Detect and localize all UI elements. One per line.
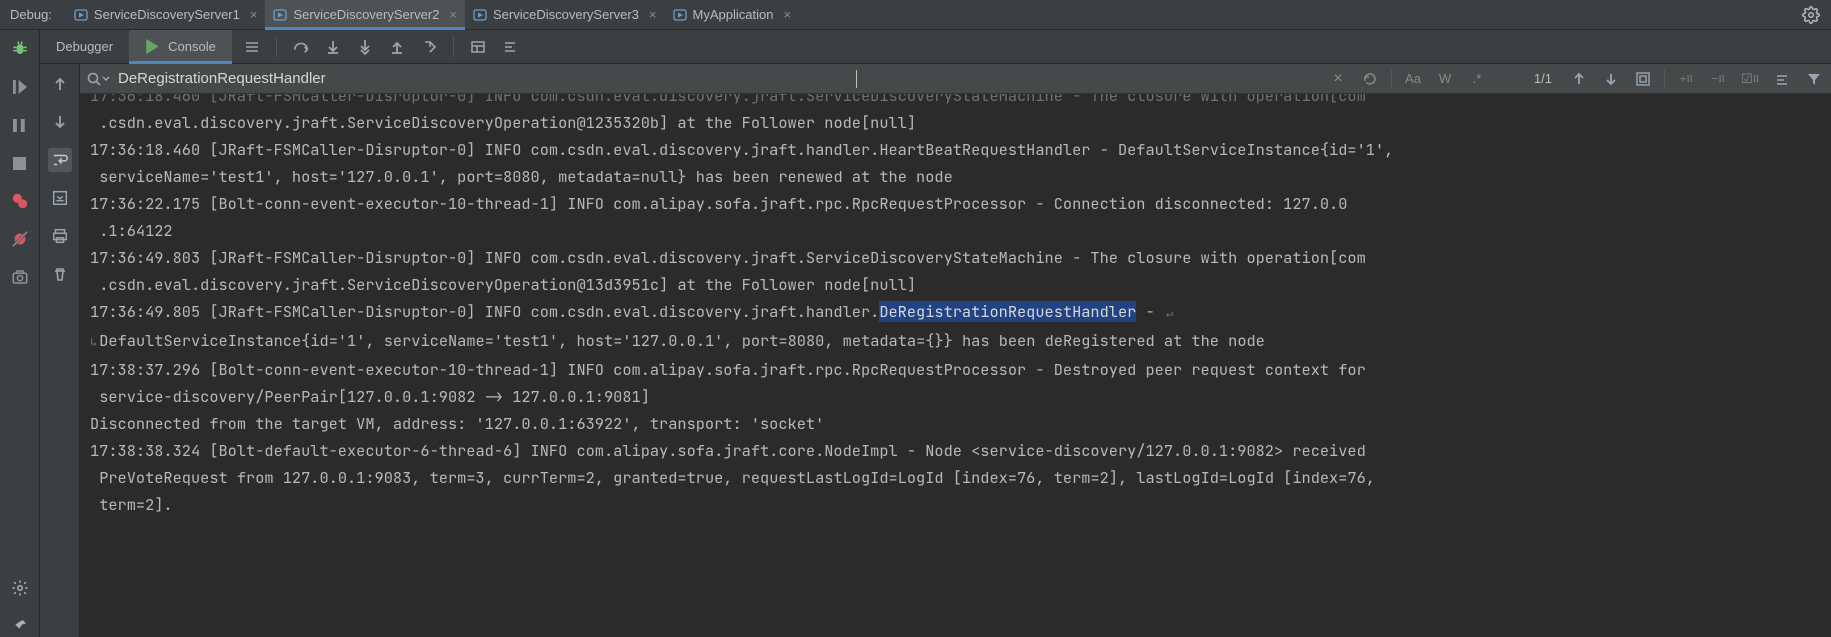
- select-all-occurrences-icon[interactable]: ☑II: [1739, 68, 1761, 90]
- step-into-icon[interactable]: [321, 35, 345, 59]
- debug-panel-tabs: Debugger Console: [40, 30, 1831, 64]
- drop-frame-icon[interactable]: [417, 35, 441, 59]
- regex-toggle[interactable]: .*: [1466, 68, 1488, 90]
- console-line: 17:36:22.175 [Bolt-conn-event-executor-1…: [90, 190, 1821, 217]
- console-line: DefaultServiceInstance{id='1', serviceNa…: [90, 327, 1821, 356]
- run-config-icon: [273, 8, 287, 22]
- clear-search-icon[interactable]: ×: [1327, 68, 1349, 90]
- step-over-icon[interactable]: [289, 35, 313, 59]
- run-config-icon: [473, 8, 487, 22]
- run-config-icon: [673, 8, 687, 22]
- settings-cog-icon[interactable]: [9, 577, 31, 599]
- chevron-down-icon[interactable]: [102, 75, 110, 83]
- soft-wrap-icon[interactable]: [48, 148, 72, 172]
- evaluate-expression-icon[interactable]: [466, 35, 490, 59]
- debugger-tab[interactable]: Debugger: [40, 30, 129, 63]
- print-icon[interactable]: [48, 224, 72, 248]
- run-config-icon: [74, 8, 88, 22]
- export-icon[interactable]: [1771, 68, 1793, 90]
- close-tab-icon[interactable]: ×: [783, 7, 791, 22]
- prev-match-icon[interactable]: [1568, 68, 1590, 90]
- debugger-tab-label: Debugger: [56, 39, 113, 54]
- stop-icon[interactable]: [9, 152, 31, 174]
- view-breakpoints-icon[interactable]: [9, 190, 31, 212]
- run-tab-ServiceDiscoveryServer2[interactable]: ServiceDiscoveryServer2×: [265, 0, 465, 29]
- match-case-toggle[interactable]: Aa: [1402, 68, 1424, 90]
- step-out-icon[interactable]: [385, 35, 409, 59]
- debug-actions-gutter: [0, 30, 40, 637]
- next-match-icon[interactable]: [1600, 68, 1622, 90]
- play-icon: [145, 39, 160, 54]
- resume-icon[interactable]: [9, 76, 31, 98]
- close-tab-icon[interactable]: ×: [449, 7, 457, 22]
- scroll-to-end-icon[interactable]: [48, 186, 72, 210]
- camera-icon[interactable]: [9, 266, 31, 288]
- search-input[interactable]: [118, 70, 848, 87]
- console-line: PreVoteRequest from 127.0.0.1:9083, term…: [90, 464, 1821, 491]
- console-tab[interactable]: Console: [129, 30, 232, 63]
- close-tab-icon[interactable]: ×: [649, 7, 657, 22]
- clear-all-icon[interactable]: [48, 262, 72, 286]
- select-all-icon[interactable]: [1632, 68, 1654, 90]
- close-tab-icon[interactable]: ×: [250, 7, 258, 22]
- console-output[interactable]: 17:36:18.460 [JRaft-FSMCaller-Disruptor-…: [80, 94, 1831, 637]
- pin-icon[interactable]: [9, 615, 31, 637]
- trace-current-icon[interactable]: [498, 35, 522, 59]
- console-line: service-discovery/PeerPair[127.0.0.1:908…: [90, 383, 1821, 410]
- console-toolbar-gutter: [40, 64, 80, 637]
- run-tab-MyApplication[interactable]: MyApplication×: [665, 0, 800, 29]
- search-icon: [86, 71, 110, 87]
- words-toggle[interactable]: W: [1434, 68, 1456, 90]
- remove-selection-icon[interactable]: −II: [1707, 68, 1729, 90]
- bug-icon[interactable]: [9, 38, 31, 60]
- console-line: 17:36:18.460 [JRaft-FSMCaller-Disruptor-…: [90, 94, 1821, 109]
- up-arrow-icon[interactable]: [48, 72, 72, 96]
- console-search-bar: × Aa W .* 1/1 +II −II: [80, 64, 1831, 94]
- console-tab-label: Console: [168, 39, 216, 54]
- force-step-into-icon[interactable]: [353, 35, 377, 59]
- console-line: .csdn.eval.discovery.jraft.ServiceDiscov…: [90, 109, 1821, 136]
- console-line: .csdn.eval.discovery.jraft.ServiceDiscov…: [90, 271, 1821, 298]
- console-line: 17:36:49.805 [JRaft-FSMCaller-Disruptor-…: [90, 298, 1821, 327]
- run-configurations-tabstrip: Debug: ServiceDiscoveryServer1×ServiceDi…: [0, 0, 1831, 30]
- console-line: Disconnected from the target VM, address…: [90, 410, 1821, 437]
- console-line: term=2].: [90, 491, 1821, 518]
- add-selection-icon[interactable]: +II: [1675, 68, 1697, 90]
- console-line: 17:38:37.296 [Bolt-conn-event-executor-1…: [90, 356, 1821, 383]
- search-history-icon[interactable]: [1359, 68, 1381, 90]
- console-line: 17:36:18.460 [JRaft-FSMCaller-Disruptor-…: [90, 136, 1821, 163]
- down-arrow-icon[interactable]: [48, 110, 72, 134]
- pause-icon[interactable]: [9, 114, 31, 136]
- run-tab-ServiceDiscoveryServer1[interactable]: ServiceDiscoveryServer1×: [66, 0, 266, 29]
- mute-breakpoints-icon[interactable]: [9, 228, 31, 250]
- console-line: .1:64122: [90, 217, 1821, 244]
- console-line: 17:36:49.803 [JRaft-FSMCaller-Disruptor-…: [90, 244, 1821, 271]
- filter-icon[interactable]: [1803, 68, 1825, 90]
- threads-icon[interactable]: [240, 35, 264, 59]
- settings-gear-icon[interactable]: [1799, 6, 1823, 24]
- debug-label: Debug:: [6, 7, 66, 22]
- run-tab-ServiceDiscoveryServer3[interactable]: ServiceDiscoveryServer3×: [465, 0, 665, 29]
- match-count: 1/1: [1498, 71, 1558, 86]
- console-line: serviceName='test1', host='127.0.0.1', p…: [90, 163, 1821, 190]
- console-line: 17:38:38.324 [Bolt-default-executor-6-th…: [90, 437, 1821, 464]
